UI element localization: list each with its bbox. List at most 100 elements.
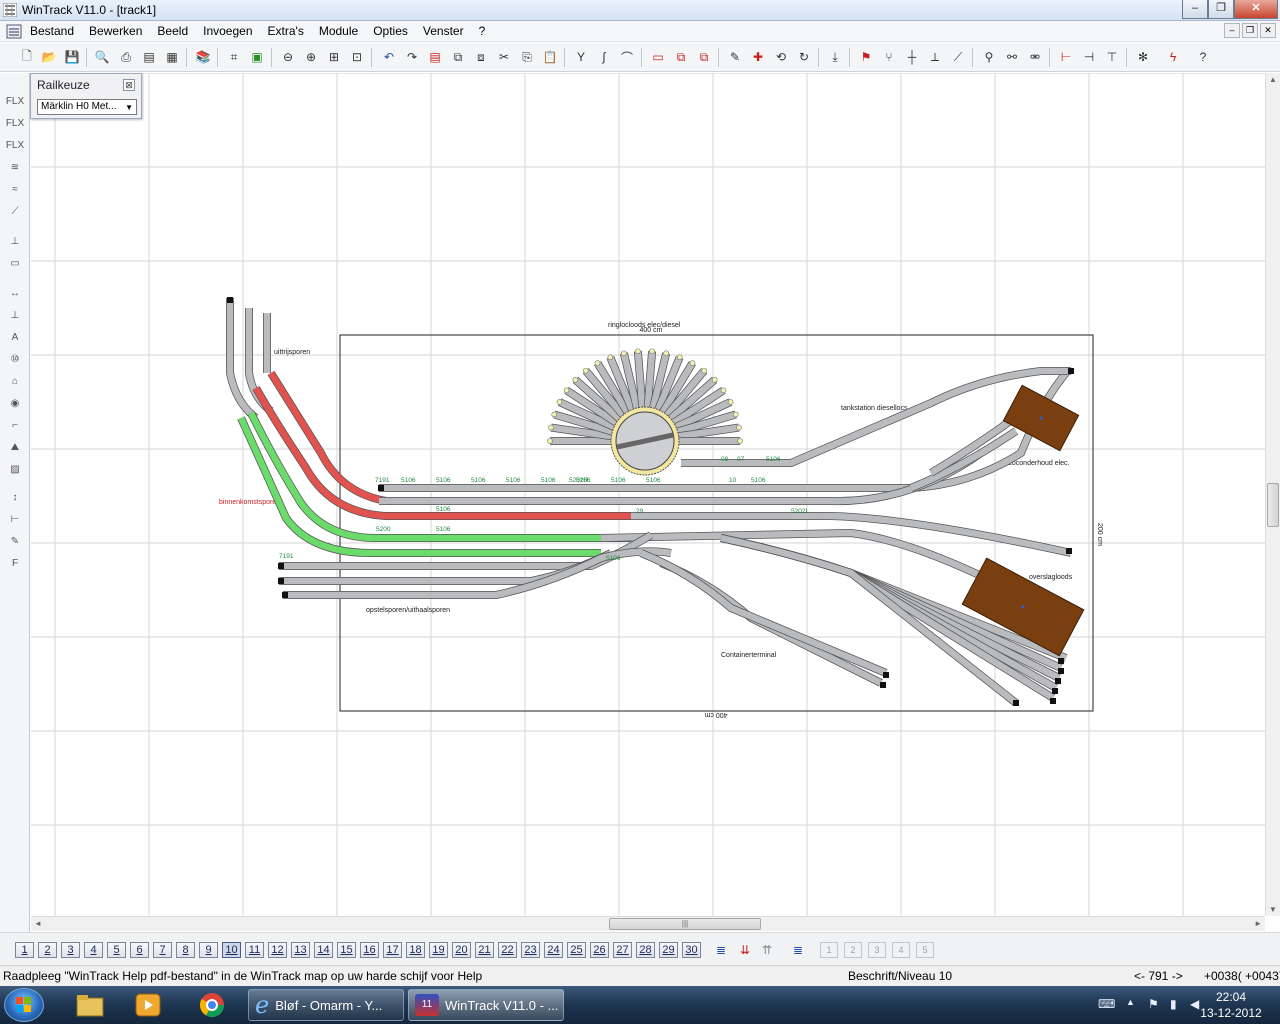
layer-view-3[interactable]: 3 bbox=[868, 942, 886, 958]
level-button-28[interactable]: 28 bbox=[636, 942, 655, 958]
level-button-24[interactable]: 24 bbox=[544, 942, 563, 958]
level-button-17[interactable]: 17 bbox=[383, 942, 402, 958]
level-button-19[interactable]: 19 bbox=[429, 942, 448, 958]
level-button-11[interactable]: 11 bbox=[245, 942, 264, 958]
layer-view-1[interactable]: 1 bbox=[820, 942, 838, 958]
taskbar-item-wintrack[interactable]: 11 WinTrack V11.0 - ... bbox=[408, 989, 564, 1021]
track-tools-icon[interactable]: ⌗ bbox=[225, 48, 243, 66]
help-pointer-icon[interactable]: ? bbox=[1194, 48, 1212, 66]
layout-canvas[interactable]: 400 cm 400 cm 200 cm ringlocloods elec/d… bbox=[31, 73, 1265, 916]
layer-icon[interactable]: ▭ bbox=[649, 48, 667, 66]
undo-icon[interactable]: ↶ bbox=[380, 48, 398, 66]
level-button-12[interactable]: 12 bbox=[268, 942, 287, 958]
print-setup-icon[interactable]: ▤ bbox=[140, 48, 158, 66]
buffer-stop[interactable] bbox=[378, 485, 384, 491]
level-button-21[interactable]: 21 bbox=[475, 942, 494, 958]
number-icon[interactable]: ⑩ bbox=[5, 351, 25, 369]
loconderhoud-building[interactable] bbox=[1002, 384, 1080, 452]
horizontal-scrollbar[interactable]: ◄ ||| ► bbox=[31, 916, 1265, 931]
level-button-1[interactable]: 1 bbox=[15, 942, 34, 958]
buffer-stop[interactable] bbox=[282, 592, 288, 598]
layer-down-icon[interactable]: ⇊ bbox=[736, 942, 754, 958]
zoom-out-icon[interactable]: ⊖ bbox=[279, 48, 297, 66]
insert-track-icon[interactable]: ⤓ bbox=[826, 48, 844, 66]
cut-icon[interactable]: ✂ bbox=[495, 48, 513, 66]
scroll-down-icon[interactable]: ▼ bbox=[1269, 905, 1277, 914]
flex-track-2-icon[interactable]: FLX bbox=[5, 115, 25, 133]
level-button-13[interactable]: 13 bbox=[291, 942, 310, 958]
rail-system-select[interactable]: Märklin H0 Met... ▼ bbox=[37, 99, 137, 115]
maximize-button[interactable]: ❐ bbox=[1208, 0, 1234, 19]
image-icon[interactable]: ▣ bbox=[248, 48, 266, 66]
scroll-left-icon[interactable]: ◄ bbox=[34, 919, 42, 928]
vertical-scroll-thumb[interactable] bbox=[1267, 483, 1279, 527]
new-file-icon[interactable]: 🗋 bbox=[18, 48, 36, 66]
flex-track-3-icon[interactable]: FLX bbox=[5, 137, 25, 155]
measure-2-icon[interactable]: ⊣ bbox=[1080, 48, 1098, 66]
menu-extras[interactable]: Extra's bbox=[268, 24, 304, 38]
electric-icon[interactable]: ϟ bbox=[1164, 48, 1182, 66]
menu-bewerken[interactable]: Bewerken bbox=[89, 24, 142, 38]
level-button-2[interactable]: 2 bbox=[38, 942, 57, 958]
document-icon[interactable] bbox=[6, 24, 22, 39]
color-icon[interactable]: ◉ bbox=[5, 395, 25, 413]
paint-icon[interactable]: ✎ bbox=[5, 533, 25, 551]
buffer-stop[interactable] bbox=[880, 682, 886, 688]
buffer-stop[interactable] bbox=[1058, 668, 1064, 674]
menu-bestand[interactable]: Bestand bbox=[30, 24, 74, 38]
house-icon[interactable]: ⌂ bbox=[5, 373, 25, 391]
buffer-icon[interactable]: ⊥ bbox=[5, 233, 25, 251]
snow-icon[interactable]: ✻ bbox=[1134, 48, 1152, 66]
buffer-stop[interactable] bbox=[278, 563, 284, 569]
curve-tool-icon[interactable]: ⌒ bbox=[618, 48, 636, 66]
layers-stack-icon[interactable]: ≣ bbox=[712, 942, 730, 958]
pencil-icon[interactable]: ✎ bbox=[726, 48, 744, 66]
step-icon[interactable]: ⌐ bbox=[5, 417, 25, 435]
library-icon[interactable]: 📚 bbox=[194, 48, 212, 66]
print-icon[interactable]: ⎙ bbox=[117, 48, 135, 66]
layers-2-icon[interactable]: ⧉ bbox=[695, 48, 713, 66]
menu-beeld[interactable]: Beeld bbox=[157, 24, 188, 38]
minimize-button[interactable]: – bbox=[1182, 0, 1208, 19]
copy-icon[interactable]: ⎘ bbox=[518, 48, 536, 66]
buffer-stop[interactable] bbox=[1055, 678, 1061, 684]
flex-track-1-icon[interactable]: FLX bbox=[5, 93, 25, 111]
chrome-pin-icon[interactable] bbox=[186, 989, 238, 1021]
list-icon[interactable]: ▤ bbox=[426, 48, 444, 66]
font-icon[interactable]: F bbox=[5, 555, 25, 573]
level-button-7[interactable]: 7 bbox=[153, 942, 172, 958]
taskbar-item-ie[interactable]: e Bløf - Omarm - Y... bbox=[248, 989, 404, 1021]
level-button-16[interactable]: 16 bbox=[360, 942, 379, 958]
terrain-icon[interactable]: ⛰ bbox=[5, 439, 25, 457]
rotate-icon[interactable]: ⟲ bbox=[772, 48, 790, 66]
buffer-stop[interactable] bbox=[227, 297, 233, 303]
level-button-22[interactable]: 22 bbox=[498, 942, 517, 958]
open-folder-icon[interactable]: 📂 bbox=[40, 48, 58, 66]
buffer-stop[interactable] bbox=[1013, 700, 1019, 706]
buffer-stop[interactable] bbox=[1050, 698, 1056, 704]
menu-help[interactable]: ? bbox=[479, 24, 486, 38]
level-button-14[interactable]: 14 bbox=[314, 942, 333, 958]
level-button-6[interactable]: 6 bbox=[130, 942, 149, 958]
layer-list-icon[interactable]: ≣ bbox=[789, 942, 807, 958]
action-center-icon[interactable]: ⚑ bbox=[1148, 997, 1159, 1011]
network-icon[interactable]: ▮ bbox=[1170, 997, 1177, 1011]
menu-venster[interactable]: Venster bbox=[423, 24, 464, 38]
buffer-stop[interactable] bbox=[1068, 368, 1074, 374]
start-button[interactable] bbox=[4, 988, 44, 1022]
track-plan[interactable]: 400 cm 400 cm 200 cm ringlocloods elec/d… bbox=[31, 73, 1265, 916]
level-button-27[interactable]: 27 bbox=[613, 942, 632, 958]
group-2-icon[interactable]: ⚮ bbox=[1026, 48, 1044, 66]
connect-icon[interactable]: ✚ bbox=[749, 48, 767, 66]
level-button-26[interactable]: 26 bbox=[590, 942, 609, 958]
scroll-up-icon[interactable]: ▲ bbox=[1269, 75, 1277, 84]
mdi-close-button[interactable]: ✕ bbox=[1260, 23, 1276, 38]
level-button-20[interactable]: 20 bbox=[452, 942, 471, 958]
group-icon[interactable]: ⚯ bbox=[1003, 48, 1021, 66]
height-icon[interactable]: ⊥ bbox=[5, 307, 25, 325]
platform-icon[interactable]: ▭ bbox=[5, 255, 25, 273]
measure-icon[interactable]: ⊢ bbox=[1057, 48, 1075, 66]
measure-3-icon[interactable]: ⊤ bbox=[1103, 48, 1121, 66]
pin-icon[interactable]: ⚲ bbox=[980, 48, 998, 66]
level-button-9[interactable]: 9 bbox=[199, 942, 218, 958]
